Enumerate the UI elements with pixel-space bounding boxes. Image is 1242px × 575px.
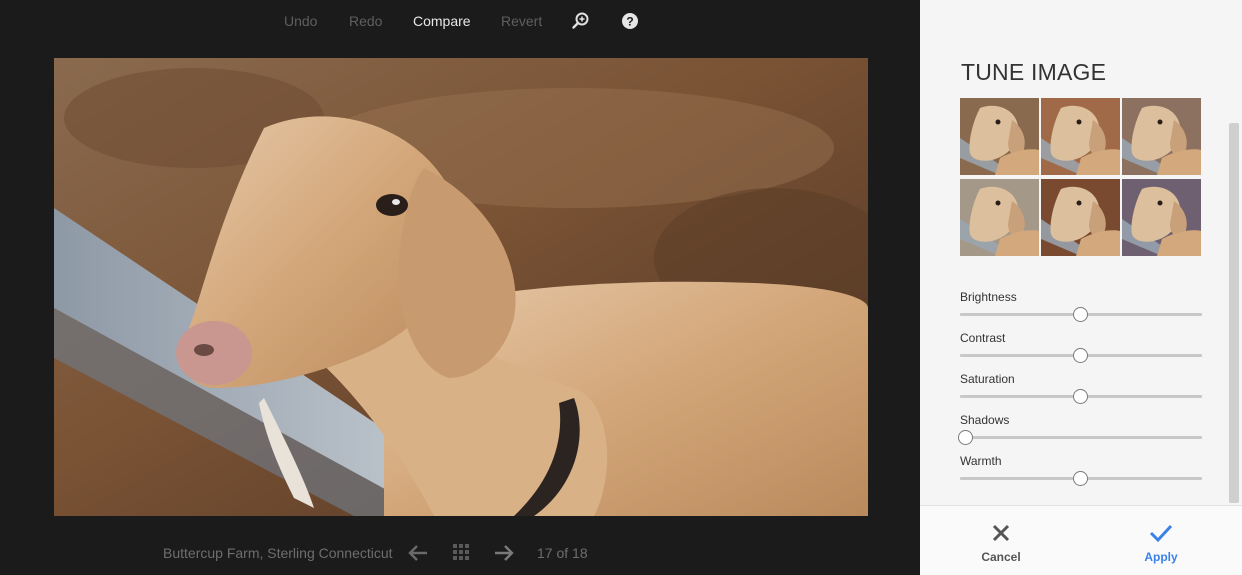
slider-thumb[interactable] bbox=[957, 430, 973, 445]
slider-shadows: Shadows bbox=[957, 413, 1202, 445]
slider-label: Brightness bbox=[960, 290, 1017, 304]
slider-thumb[interactable] bbox=[1073, 389, 1088, 404]
grid-icon[interactable] bbox=[452, 543, 470, 566]
preset-grid bbox=[960, 98, 1203, 256]
panel-title: TUNE IMAGE bbox=[961, 59, 1107, 85]
slider-track[interactable] bbox=[960, 307, 1202, 322]
photo-caption: Buttercup Farm, Sterling Connecticut bbox=[163, 545, 393, 561]
zoom-in-icon[interactable] bbox=[571, 11, 591, 31]
cancel-button[interactable]: Cancel bbox=[971, 523, 1031, 564]
arrow-left-icon[interactable] bbox=[407, 543, 429, 568]
panel-actions: Cancel Apply bbox=[920, 505, 1242, 575]
slider-thumb[interactable] bbox=[1073, 348, 1088, 363]
arrow-right-icon[interactable] bbox=[493, 543, 515, 568]
preset-thumbnail-1[interactable] bbox=[960, 98, 1039, 175]
editor-toolbar: Undo Redo Compare Revert ? bbox=[0, 0, 920, 44]
slider-thumb[interactable] bbox=[1073, 307, 1088, 322]
panel-scrollbar[interactable] bbox=[1229, 123, 1239, 503]
undo-button[interactable]: Undo bbox=[284, 13, 317, 29]
slider-track[interactable] bbox=[960, 389, 1202, 404]
slider-track[interactable] bbox=[960, 471, 1202, 486]
photo-counter: 17 of 18 bbox=[537, 545, 588, 561]
photo-footer: Buttercup Farm, Sterling Connecticut 17 … bbox=[0, 540, 920, 566]
slider-thumb[interactable] bbox=[1073, 471, 1088, 486]
tune-panel: TUNE IMAGE Brightness Contrast Saturatio… bbox=[920, 0, 1242, 575]
revert-button[interactable]: Revert bbox=[501, 13, 542, 29]
preset-thumbnail-5[interactable] bbox=[1041, 179, 1120, 256]
cancel-label: Cancel bbox=[981, 550, 1021, 564]
main-photo bbox=[54, 58, 868, 516]
slider-saturation: Saturation bbox=[960, 372, 1202, 404]
preset-thumbnail-4[interactable] bbox=[960, 179, 1039, 256]
slider-warmth: Warmth bbox=[960, 454, 1202, 486]
preset-thumbnail-2[interactable] bbox=[1041, 98, 1120, 175]
apply-label: Apply bbox=[1144, 550, 1178, 564]
close-icon bbox=[992, 524, 1010, 542]
slider-label: Shadows bbox=[960, 413, 1010, 427]
preset-thumbnail-6[interactable] bbox=[1122, 179, 1201, 256]
preset-thumbnail-3[interactable] bbox=[1122, 98, 1201, 175]
svg-text:?: ? bbox=[626, 15, 633, 29]
apply-button[interactable]: Apply bbox=[1131, 523, 1191, 564]
image-viewer: Undo Redo Compare Revert ? Buttercup Far… bbox=[0, 0, 920, 575]
help-icon[interactable]: ? bbox=[620, 11, 640, 31]
slider-brightness: Brightness bbox=[960, 290, 1202, 322]
slider-label: Warmth bbox=[960, 454, 1002, 468]
redo-button[interactable]: Redo bbox=[349, 13, 382, 29]
slider-contrast: Contrast bbox=[960, 331, 1202, 363]
compare-button[interactable]: Compare bbox=[413, 13, 471, 29]
check-icon bbox=[1149, 524, 1173, 543]
slider-label: Contrast bbox=[960, 331, 1006, 345]
slider-label: Saturation bbox=[960, 372, 1015, 386]
slider-track[interactable] bbox=[960, 348, 1202, 363]
slider-track[interactable] bbox=[957, 430, 1202, 445]
